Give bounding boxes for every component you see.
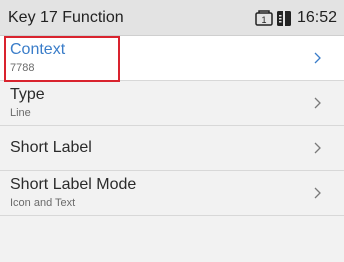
item-label: Short Label Mode xyxy=(10,176,137,193)
item-value: Icon and Text xyxy=(10,197,76,209)
item-label: Type xyxy=(10,86,45,103)
chevron-right-icon xyxy=(314,97,321,109)
function-list: Context 7788 Type Line Short Label Short… xyxy=(0,36,344,216)
chevron-right-icon xyxy=(314,142,321,154)
item-label: Context xyxy=(10,41,66,58)
phonebook-icon xyxy=(277,11,291,26)
chevron-right-icon xyxy=(314,52,321,64)
chevron-right-icon xyxy=(314,187,321,199)
list-item-type[interactable]: Type Line xyxy=(0,81,344,126)
screen-title: Key 17 Function xyxy=(8,9,124,26)
line-icon: 1 xyxy=(255,10,273,26)
clock-time: 16:52 xyxy=(297,9,338,26)
item-value: Line xyxy=(10,107,31,119)
line-badge: 1 xyxy=(261,15,266,25)
list-item-short-label[interactable]: Short Label xyxy=(0,126,344,171)
item-label: Short Label xyxy=(10,139,92,156)
item-value: 7788 xyxy=(10,62,35,74)
list-item-context[interactable]: Context 7788 xyxy=(0,36,344,81)
status-bar: Key 17 Function 1 16:52 xyxy=(0,0,344,36)
list-item-short-label-mode[interactable]: Short Label Mode Icon and Text xyxy=(0,171,344,216)
